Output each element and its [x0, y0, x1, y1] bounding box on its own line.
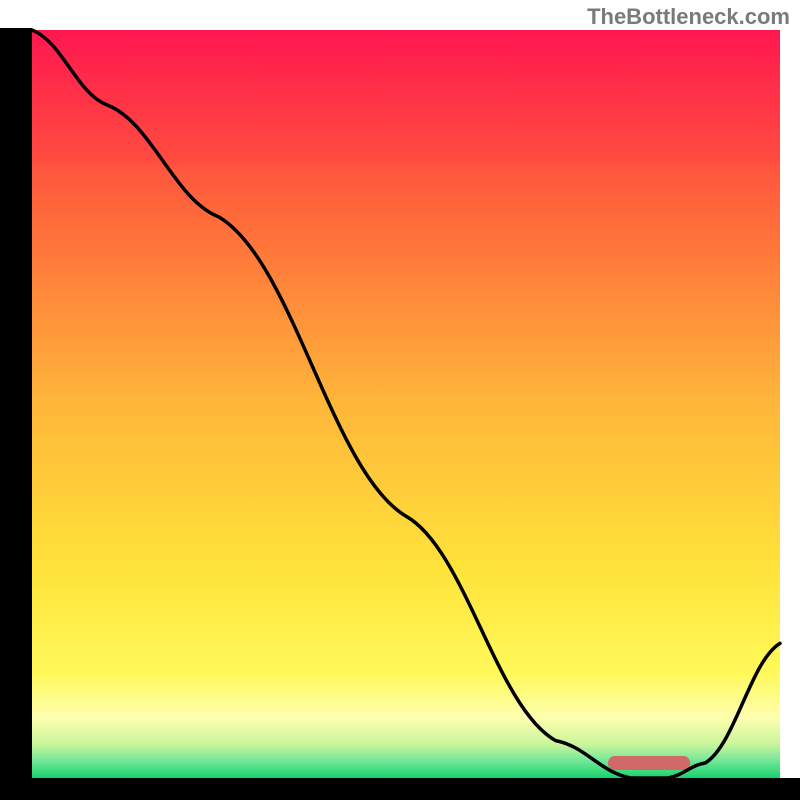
y-axis-bar — [0, 28, 32, 800]
x-axis-bar — [0, 778, 800, 800]
plot-background-top — [32, 30, 780, 165]
chart-container: TheBottleneck.com — [0, 0, 800, 800]
bottleneck-chart — [0, 0, 800, 800]
attribution-label: TheBottleneck.com — [587, 4, 790, 30]
optimal-marker — [608, 756, 690, 770]
